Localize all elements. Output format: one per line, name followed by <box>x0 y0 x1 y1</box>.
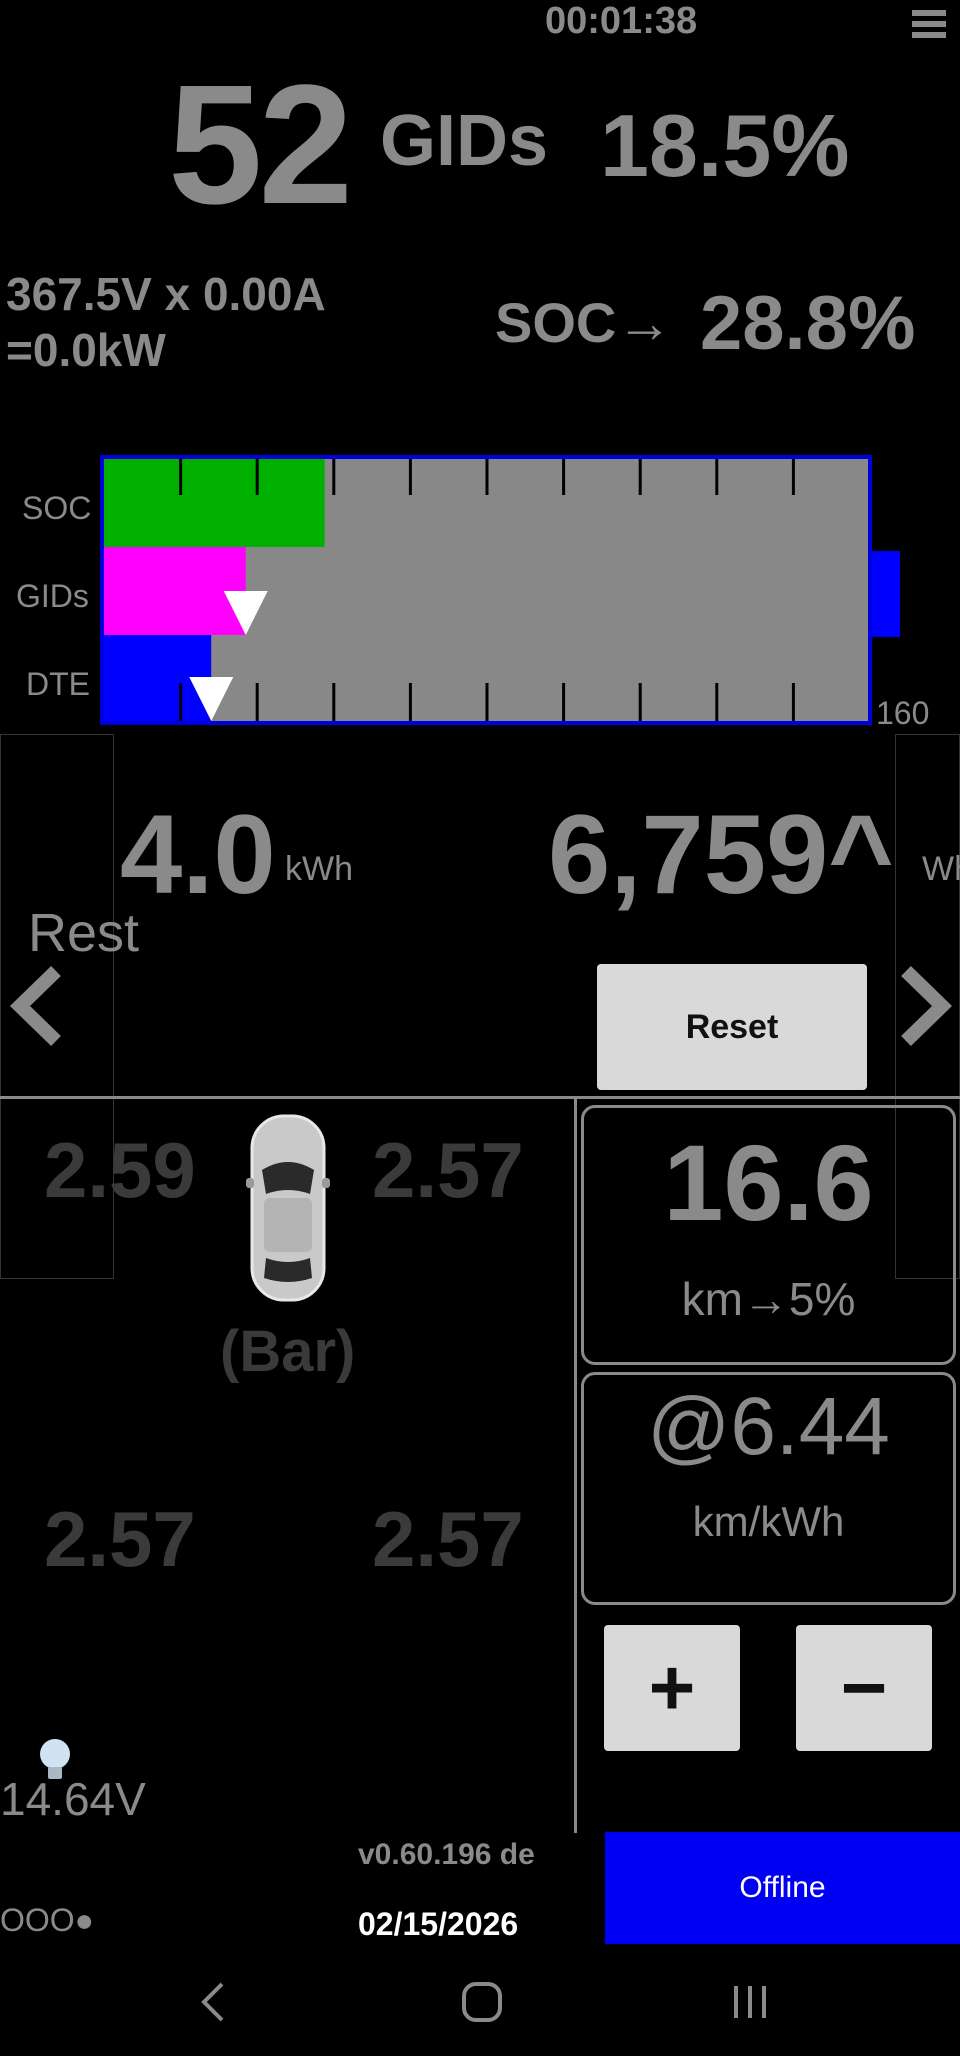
divider-vertical <box>574 1098 577 1833</box>
tire-front-right: 2.57 <box>372 1126 524 1214</box>
home-icon[interactable] <box>460 1980 504 2024</box>
range-distance: 16.6 <box>663 1122 874 1243</box>
current-date: 02/15/2026 <box>358 1906 519 1942</box>
energy-kwh-unit: kWh <box>285 850 353 888</box>
power-line: =0.0kW <box>6 324 166 376</box>
bar-label-dte: DTE <box>26 666 90 702</box>
soc-label: SOC→ <box>495 291 673 354</box>
gids-percent: 18.5% <box>600 96 850 195</box>
bar-segment-soc <box>104 459 325 547</box>
tire-pressure-unit: (Bar) <box>220 1319 356 1384</box>
tire-rear-left: 2.57 <box>44 1495 196 1583</box>
energy-wh-value: 6,759^ <box>548 792 894 917</box>
chevron-right-icon[interactable] <box>898 965 954 1047</box>
clock-time: 00:01:38 <box>545 0 698 42</box>
aux-battery-voltage: 14.64V <box>0 1773 146 1825</box>
energy-wh-unit: Wh <box>922 850 960 888</box>
status-indicator: OOO● <box>0 1902 94 1938</box>
voltage-readout: 367.5V x 0.00A =0.0kW <box>6 266 326 378</box>
connection-status-button[interactable]: Offline <box>605 1832 960 1944</box>
efficiency-value: @6.44 <box>647 1381 890 1472</box>
recent-apps-icon[interactable] <box>728 1980 772 2024</box>
mode-label: Rest <box>28 903 140 963</box>
chevron-left-icon[interactable] <box>8 965 64 1047</box>
app-version: v0.60.196 de <box>358 1838 535 1871</box>
menu-icon[interactable] <box>912 10 946 43</box>
efficiency-unit: km/kWh <box>692 1498 845 1545</box>
reset-button[interactable]: Reset <box>597 964 867 1090</box>
back-icon[interactable] <box>196 1980 230 2024</box>
voltage-current-line: 367.5V x 0.00A <box>6 268 326 320</box>
range-distance-label: km→5% <box>681 1273 856 1325</box>
bar-label-soc: SOC <box>22 490 92 526</box>
car-icon <box>246 1114 330 1302</box>
bar-max-label: 160 <box>876 695 930 731</box>
soc-value: 28.8% <box>700 281 916 366</box>
battery-terminal <box>872 551 900 637</box>
gids-value: 52 <box>168 50 353 240</box>
divider-horizontal <box>0 1096 960 1099</box>
plus-button[interactable]: + <box>604 1625 740 1751</box>
tire-front-left: 2.59 <box>44 1126 196 1214</box>
gids-unit: GIDs <box>380 101 549 181</box>
bar-label-gids: GIDs <box>16 578 89 614</box>
battery-bar-chart <box>100 455 900 725</box>
tire-rear-right: 2.57 <box>372 1495 524 1583</box>
minus-button[interactable]: − <box>796 1625 932 1751</box>
energy-kwh-value: 4.0 <box>120 792 276 917</box>
